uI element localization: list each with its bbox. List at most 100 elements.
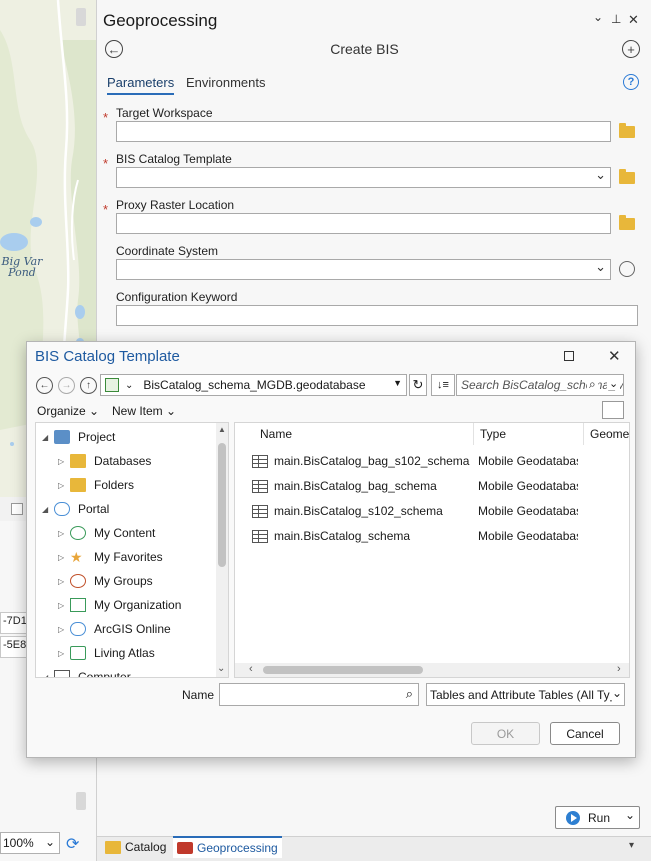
zoom-value: 100% xyxy=(3,836,34,850)
tab-catalog[interactable]: Catalog xyxy=(101,836,170,858)
pane-corner-dropdown-icon[interactable]: ▾ xyxy=(629,840,634,851)
column-header-name[interactable]: Name xyxy=(254,423,474,445)
list-item[interactable]: main.BisCatalog_bag_s102_schema Mobile G… xyxy=(252,449,578,473)
tree-item-my-groups[interactable]: ▷ My Groups xyxy=(58,569,153,593)
tree-item-my-favorites[interactable]: ▷ ★ My Favorites xyxy=(58,545,163,569)
tree-item-living-atlas[interactable]: ▷ Living Atlas xyxy=(58,641,155,665)
name-input[interactable]: ⌕ xyxy=(219,683,419,706)
catalog-icon xyxy=(105,840,121,854)
list-item[interactable]: main.BisCatalog_s102_schema Mobile Geoda… xyxy=(252,499,578,523)
portal-cloud-icon xyxy=(54,502,70,516)
scroll-up-icon[interactable]: ▲ xyxy=(218,425,226,434)
collapsed-arrow-icon[interactable]: ▷ xyxy=(58,553,70,562)
coordinate-system-combo[interactable] xyxy=(116,259,611,280)
tab-environments[interactable]: Environments xyxy=(186,75,265,90)
scroll-right-icon[interactable]: › xyxy=(617,663,621,675)
zoom-combo[interactable]: 100% ⌄ xyxy=(0,832,60,854)
column-header-geometry[interactable]: Geometry Type xyxy=(584,423,629,445)
close-icon[interactable]: ✕ xyxy=(628,12,639,28)
chevron-down-icon[interactable]: ⌄ xyxy=(610,686,625,700)
maximize-icon[interactable] xyxy=(564,351,574,361)
globe-icon[interactable] xyxy=(619,261,635,277)
expanded-arrow-icon[interactable]: ◢ xyxy=(42,433,54,442)
browse-folder-icon[interactable] xyxy=(619,169,635,184)
map-tool-icon[interactable] xyxy=(11,503,23,515)
list-item[interactable]: main.BisCatalog_bag_schema Mobile Geodat… xyxy=(252,474,578,498)
up-button[interactable]: ↑ xyxy=(80,377,97,394)
tree-item-my-content[interactable]: ▷ My Content xyxy=(58,521,155,545)
collapsed-arrow-icon[interactable]: ▷ xyxy=(58,625,70,634)
tab-parameters[interactable]: Parameters xyxy=(107,75,175,95)
collapsed-arrow-icon[interactable]: ▷ xyxy=(58,601,70,610)
tree-item-label: My Groups xyxy=(94,574,153,588)
search-icon[interactable]: ⌕ xyxy=(406,686,413,702)
collapsed-arrow-icon[interactable]: ▷ xyxy=(58,577,70,586)
location-path-combo[interactable]: ⌄ BisCatalog_schema_MGDB.geodatabase ▼ xyxy=(100,374,407,396)
browse-folder-icon[interactable] xyxy=(619,123,635,138)
tab-geoprocessing[interactable]: Geoprocessing xyxy=(173,836,282,858)
tree-item-label: My Content xyxy=(94,526,156,540)
chevron-down-icon[interactable]: ⌄ xyxy=(607,377,621,390)
refresh-button[interactable]: ↻ xyxy=(409,374,427,396)
tree-item-portal[interactable]: ◢ Portal xyxy=(42,497,109,521)
tree-item-my-organization[interactable]: ▷ My Organization xyxy=(58,593,181,617)
collapsed-arrow-icon[interactable]: ▷ xyxy=(58,649,70,658)
living-atlas-icon xyxy=(70,646,86,660)
list-item-type: Mobile Geodatabase Table xyxy=(478,504,578,518)
dropdown-arrow-icon[interactable]: ▼ xyxy=(393,378,402,388)
run-label: Run xyxy=(588,810,611,825)
tree-item-folders[interactable]: ▷ Folders xyxy=(58,473,134,497)
tree-item-arcgis-online[interactable]: ▷ ArcGIS Online xyxy=(58,617,171,641)
column-header-type[interactable]: Type xyxy=(474,423,584,445)
tree-item-label: Databases xyxy=(94,454,152,468)
search-input[interactable]: Search BisCatalog_schema_MGDB... xyxy=(456,374,624,396)
tree-scrollbar[interactable]: ▲ ⌄ xyxy=(216,423,228,677)
bis-catalog-template-combo[interactable] xyxy=(116,167,611,188)
view-toggle-icon[interactable] xyxy=(602,401,624,419)
tool-title: Create BIS xyxy=(330,41,399,57)
cancel-button[interactable]: Cancel xyxy=(550,722,620,745)
scroll-left-icon[interactable]: ‹ xyxy=(249,663,253,675)
arrow-right-icon: → xyxy=(61,380,72,391)
list-scroll-thumb[interactable] xyxy=(263,666,423,674)
new-item-menu[interactable]: New Item ⌄ xyxy=(112,404,176,418)
expanded-arrow-icon[interactable]: ◢ xyxy=(42,673,54,678)
scroll-down-icon[interactable]: ⌄ xyxy=(217,663,225,674)
map-scrollbar-up[interactable] xyxy=(76,8,86,26)
pane-options-icon[interactable]: ⌄ xyxy=(593,10,603,24)
sort-button[interactable]: ↓≡ xyxy=(431,374,455,396)
search-icon[interactable]: ⌕ xyxy=(587,377,598,392)
tree-item-project[interactable]: ◢ Project xyxy=(42,425,115,449)
browse-folder-icon[interactable] xyxy=(619,215,635,230)
tree-scroll-thumb[interactable] xyxy=(218,443,226,567)
location-path-text: BisCatalog_schema_MGDB.geodatabase xyxy=(143,378,366,392)
map-scrollbar-down[interactable] xyxy=(76,792,86,810)
target-workspace-input[interactable] xyxy=(116,121,611,142)
run-button[interactable]: Run ⌄ xyxy=(555,806,640,829)
close-icon[interactable]: ✕ xyxy=(608,347,621,365)
back-button[interactable]: ← xyxy=(36,377,53,394)
collapsed-arrow-icon[interactable]: ▷ xyxy=(58,457,70,466)
organize-menu[interactable]: Organize ⌄ xyxy=(37,404,99,418)
collapsed-arrow-icon[interactable]: ▷ xyxy=(58,529,70,538)
list-item-name: main.BisCatalog_bag_schema xyxy=(274,479,437,493)
add-button[interactable]: + xyxy=(622,40,640,58)
configuration-keyword-input[interactable] xyxy=(116,305,638,326)
ok-button[interactable]: OK xyxy=(471,722,540,745)
organize-label: Organize xyxy=(37,404,86,418)
list-item[interactable]: main.BisCatalog_schema Mobile Geodatabas… xyxy=(252,524,578,548)
param-label-proxy-raster-location: Proxy Raster Location xyxy=(116,198,235,212)
file-type-filter-combo[interactable]: Tables and Attribute Tables (All Types) xyxy=(426,683,625,706)
chevron-down-icon[interactable]: ⌄ xyxy=(125,380,133,391)
required-marker: * xyxy=(103,202,109,217)
collapsed-arrow-icon[interactable]: ▷ xyxy=(58,481,70,490)
list-scrollbar[interactable]: ‹ › xyxy=(235,663,629,677)
help-icon[interactable]: ? xyxy=(623,74,639,90)
tree-item-databases[interactable]: ▷ Databases xyxy=(58,449,151,473)
expanded-arrow-icon[interactable]: ◢ xyxy=(42,505,54,514)
pin-icon[interactable]: ⊥ xyxy=(611,12,621,26)
forward-button[interactable]: → xyxy=(58,377,75,394)
proxy-raster-location-input[interactable] xyxy=(116,213,611,234)
tree-item-computer[interactable]: ◢ Computer xyxy=(42,665,131,678)
refresh-icon[interactable]: ⟳ xyxy=(66,834,79,854)
